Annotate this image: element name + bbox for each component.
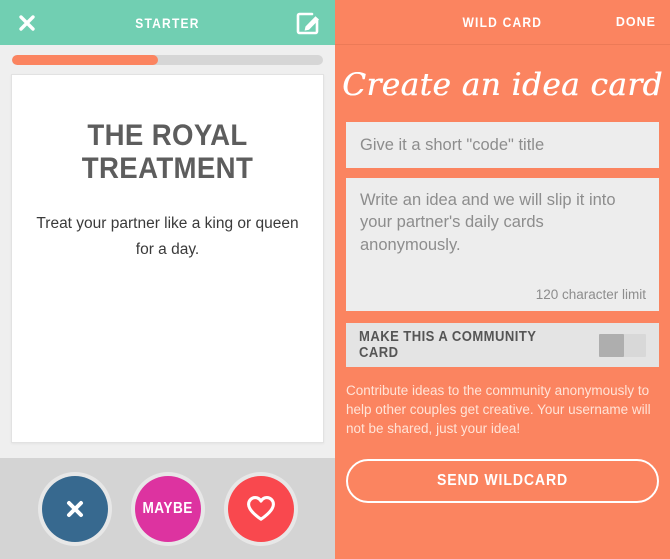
wildcard-form: 120 character limit MAKE THIS A COMMUNIT… xyxy=(335,122,670,504)
done-button[interactable]: DONE xyxy=(616,15,656,29)
right-header-title: WILD CARD xyxy=(462,14,543,30)
right-header-bar: WILD CARD DONE xyxy=(335,0,670,45)
edit-card-button[interactable] xyxy=(293,8,323,38)
left-header-bar: STARTER xyxy=(0,0,335,45)
progress-bar xyxy=(0,45,335,74)
code-title-input[interactable] xyxy=(346,122,659,168)
close-x-icon xyxy=(66,500,83,517)
send-wildcard-button[interactable]: SEND WILDCARD xyxy=(346,459,659,504)
card-actions-bar: MAYBE xyxy=(0,458,335,559)
love-button[interactable] xyxy=(227,475,294,542)
left-header-title: STARTER xyxy=(135,14,200,31)
progress-track xyxy=(12,55,323,65)
send-wildcard-label: SEND WILDCARD xyxy=(436,472,569,490)
maybe-button[interactable]: MAYBE xyxy=(134,475,201,542)
maybe-button-label: MAYBE xyxy=(142,499,193,517)
idea-card-description: Treat your partner like a king or queen … xyxy=(36,215,299,258)
toggle-knob xyxy=(599,333,625,357)
idea-textarea-container: 120 character limit xyxy=(346,178,659,311)
character-limit-label: 120 character limit xyxy=(535,287,646,302)
starter-card-panel: STARTER THE ROYAL TREATMENT Treat your p… xyxy=(0,0,335,559)
idea-card-title: THE ROYAL TREATMENT xyxy=(81,119,254,185)
community-description: Contribute ideas to the community anonym… xyxy=(346,383,651,437)
wildcard-panel: WILD CARD DONE Create an idea card 120 c… xyxy=(335,0,670,559)
community-card-label: MAKE THIS A COMMUNITY CARD xyxy=(359,329,537,361)
close-button[interactable] xyxy=(14,10,40,36)
community-card-toggle-row[interactable]: MAKE THIS A COMMUNITY CARD xyxy=(346,323,659,367)
app-root: STARTER THE ROYAL TREATMENT Treat your p… xyxy=(0,0,670,559)
close-x-icon xyxy=(19,14,35,31)
nope-button[interactable] xyxy=(41,475,108,542)
heart-outline-icon xyxy=(246,496,275,521)
edit-compose-icon xyxy=(296,12,319,34)
idea-card[interactable]: THE ROYAL TREATMENT Treat your partner l… xyxy=(11,74,324,443)
community-card-toggle[interactable] xyxy=(599,333,646,357)
create-idea-card-heading: Create an idea card xyxy=(342,67,663,103)
progress-fill xyxy=(12,55,159,65)
